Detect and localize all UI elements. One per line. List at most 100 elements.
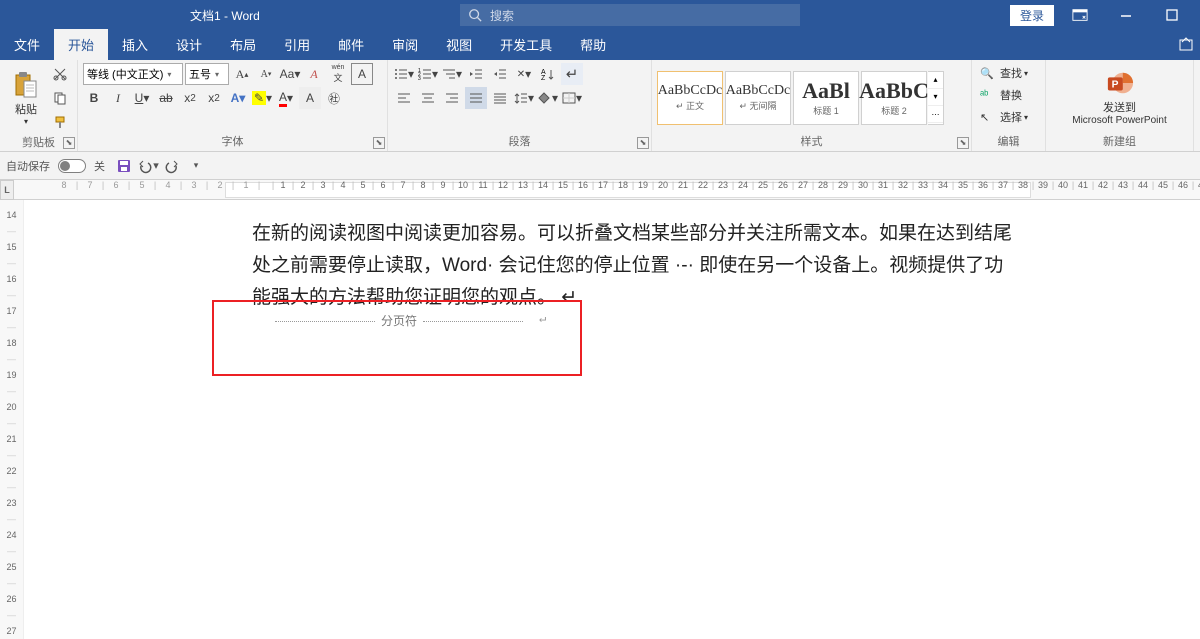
subscript-button[interactable]: x2 <box>179 87 201 109</box>
sort-button[interactable]: AZ <box>537 63 559 85</box>
align-left-button[interactable] <box>393 87 415 109</box>
replace-button[interactable]: ᵃᵇ替换 <box>976 84 1041 106</box>
italic-button[interactable]: I <box>107 87 129 109</box>
style-normal[interactable]: AaBbCcDc↵ 正文 <box>657 71 723 125</box>
align-right-button[interactable] <box>441 87 463 109</box>
vertical-ruler[interactable]: 14—15—16—17—18—19—20—21—22—23—24—25—26—2… <box>0 200 24 639</box>
tab-insert[interactable]: 插入 <box>108 29 162 60</box>
qat-bar: 自动保存 关 ▾ ▾ <box>0 152 1200 180</box>
shading-button[interactable]: ▾ <box>537 87 559 109</box>
styles-dialog-launcher[interactable]: ⬊ <box>957 137 969 149</box>
numbering-button[interactable]: 123▾ <box>417 63 439 85</box>
align-center-button[interactable] <box>417 87 439 109</box>
find-button[interactable]: 🔍查找▾ <box>976 62 1041 84</box>
style-nospace[interactable]: AaBbCcDc↵ 无间隔 <box>725 71 791 125</box>
autosave-toggle[interactable] <box>58 159 86 173</box>
login-button[interactable]: 登录 <box>1010 5 1054 26</box>
styles-group: AaBbCcDc↵ 正文 AaBbCcDc↵ 无间隔 AaBl标题 1 AaBb… <box>652 60 972 151</box>
tab-file[interactable]: 文件 <box>0 29 54 60</box>
show-marks-button[interactable]: ↵ <box>561 63 583 85</box>
tab-selector[interactable]: L <box>0 180 14 200</box>
font-size-combo[interactable]: 五号▾ <box>185 63 229 85</box>
tab-mailings[interactable]: 邮件 <box>324 29 378 60</box>
paste-icon <box>12 71 40 99</box>
font-dialog-launcher[interactable]: ⬊ <box>373 137 385 149</box>
redo-button[interactable] <box>161 155 183 177</box>
align-distribute-button[interactable] <box>489 87 511 109</box>
clipboard-dialog-launcher[interactable]: ⬊ <box>63 137 75 149</box>
style-heading2[interactable]: AaBbC标题 2 <box>861 71 927 125</box>
tab-references[interactable]: 引用 <box>270 29 324 60</box>
superscript-button[interactable]: x2 <box>203 87 225 109</box>
page[interactable]: 在新的阅读视图中阅读更加容易。可以折叠文档某些部分并关注所需文本。如果在达到结尾… <box>24 200 1200 639</box>
svg-text:3: 3 <box>418 76 421 80</box>
highlight-button[interactable]: ✎▾ <box>251 87 273 109</box>
search-box[interactable]: 搜索 <box>460 4 800 26</box>
document-area: 14—15—16—17—18—19—20—21—22—23—24—25—26—2… <box>0 200 1200 639</box>
font-family-combo[interactable]: 等线 (中文正文)▾ <box>83 63 183 85</box>
line-spacing-button[interactable]: ▾ <box>513 87 535 109</box>
share-button[interactable] <box>1178 36 1194 52</box>
ribbon-display-options-button[interactable] <box>1060 0 1100 30</box>
find-icon: 🔍 <box>980 67 996 80</box>
format-painter-button[interactable] <box>49 111 71 133</box>
enclose-char-button[interactable]: ㊓ <box>323 87 345 109</box>
copy-button[interactable] <box>49 87 71 109</box>
text-effects-button[interactable]: A▾ <box>227 87 249 109</box>
editing-group: 🔍查找▾ ᵃᵇ替换 ↖选择▾ 编辑 <box>972 60 1046 151</box>
paragraph-dialog-launcher[interactable]: ⬊ <box>637 137 649 149</box>
tab-design[interactable]: 设计 <box>162 29 216 60</box>
strikethrough-button[interactable]: ab <box>155 87 177 109</box>
minimize-button[interactable] <box>1106 0 1146 30</box>
underline-button[interactable]: U▾ <box>131 87 153 109</box>
decrease-indent-button[interactable] <box>465 63 487 85</box>
char-border-button[interactable]: A <box>351 63 373 85</box>
select-icon: ↖ <box>980 111 996 124</box>
font-color-button[interactable]: A▾ <box>275 87 297 109</box>
styles-scroll[interactable]: ▴▾⋯ <box>928 71 944 125</box>
svg-text:P: P <box>1111 80 1118 91</box>
horizontal-ruler[interactable]: L 8|7|6|5|4|3|2|1||1|2|3|4|5|6|7|8|9|10|… <box>0 180 1200 200</box>
autosave-label: 自动保存 <box>6 158 50 174</box>
phonetic-guide-button[interactable]: wén文 <box>327 63 349 85</box>
bold-button[interactable]: B <box>83 87 105 109</box>
tab-developer[interactable]: 开发工具 <box>486 29 566 60</box>
grow-font-button[interactable]: A▴ <box>231 63 253 85</box>
char-shading-button[interactable]: A <box>299 87 321 109</box>
increase-indent-button[interactable] <box>489 63 511 85</box>
tab-layout[interactable]: 布局 <box>216 29 270 60</box>
search-placeholder: 搜索 <box>490 7 514 24</box>
ribbon-tabs: 文件 开始 插入 设计 布局 引用 邮件 审阅 视图 开发工具 帮助 <box>0 30 1200 60</box>
qat-customize[interactable]: ▾ <box>185 155 207 177</box>
borders-button[interactable]: ▾ <box>561 87 583 109</box>
cut-button[interactable] <box>49 63 71 85</box>
tab-review[interactable]: 审阅 <box>378 29 432 60</box>
paragraph-group: ▾ 123▾ ▾ ✕▾ AZ ↵ ▾ ▾ ▾ 段落 ⬊ <box>388 60 652 151</box>
annotation-box-pagebreak <box>212 300 582 376</box>
tab-view[interactable]: 视图 <box>432 29 486 60</box>
font-group: 等线 (中文正文)▾ 五号▾ A▴ A▾ Aa▾ A wén文 A B I U▾… <box>78 60 388 151</box>
ribbon: 粘贴 ▾ 剪贴板 ⬊ 等线 (中文正文)▾ 五号▾ A▴ A▾ Aa▾ A wé… <box>0 60 1200 152</box>
paste-button[interactable]: 粘贴 ▾ <box>4 65 48 131</box>
powerpoint-icon: P <box>1106 69 1134 97</box>
send-to-powerpoint-button[interactable]: P 发送到 Microsoft PowerPoint <box>1055 65 1185 131</box>
title-bar: 文档1 - Word 搜索 登录 <box>0 0 1200 30</box>
maximize-button[interactable] <box>1152 0 1192 30</box>
undo-button[interactable]: ▾ <box>137 155 159 177</box>
bullets-button[interactable]: ▾ <box>393 63 415 85</box>
tab-help[interactable]: 帮助 <box>566 29 620 60</box>
align-justify-button[interactable] <box>465 87 487 109</box>
select-button[interactable]: ↖选择▾ <box>976 106 1041 128</box>
asian-text-button[interactable]: ✕▾ <box>513 63 535 85</box>
svg-text:Z: Z <box>541 75 546 80</box>
multilevel-list-button[interactable]: ▾ <box>441 63 463 85</box>
shrink-font-button[interactable]: A▾ <box>255 63 277 85</box>
new-group: P 发送到 Microsoft PowerPoint 新建组 <box>1046 60 1194 151</box>
tab-home[interactable]: 开始 <box>54 29 108 60</box>
save-button[interactable] <box>113 155 135 177</box>
clear-format-button[interactable]: A <box>303 63 325 85</box>
autosave-state: 关 <box>94 158 105 174</box>
search-icon <box>468 8 482 22</box>
change-case-button[interactable]: Aa▾ <box>279 63 301 85</box>
style-heading1[interactable]: AaBl标题 1 <box>793 71 859 125</box>
